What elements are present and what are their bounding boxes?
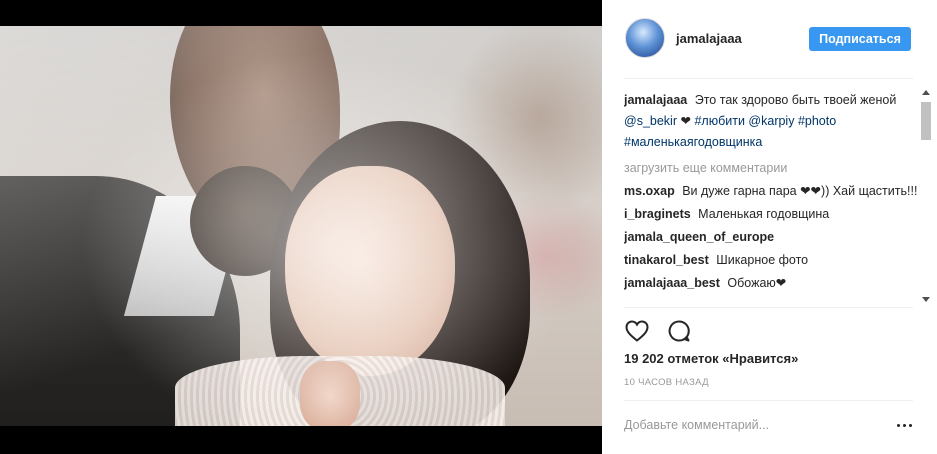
- hashtag-link[interactable]: #photo: [798, 114, 836, 128]
- comment-item: ms.oxap Ви дуже гарна пара ❤❤)) Хай щаст…: [624, 181, 919, 202]
- comment-icon[interactable]: [666, 318, 692, 344]
- comment-username[interactable]: ms.oxap: [624, 184, 675, 198]
- hashtag-link[interactable]: #любити: [694, 114, 744, 128]
- scroll-up-arrow-icon[interactable]: [922, 90, 930, 95]
- post-header: jamalajaaa Подписаться: [602, 0, 937, 78]
- comment-item: jamalajaaa_best Обожаю❤: [624, 273, 919, 294]
- comment-text: Обожаю❤: [727, 276, 787, 290]
- author-username[interactable]: jamalajaaa: [676, 31, 742, 46]
- photo-veil: [0, 26, 602, 426]
- dot: [909, 423, 912, 427]
- caption: jamalajaaa Это так здорово быть твоей же…: [624, 90, 919, 153]
- comment-item: tinakarol_best Шикарное фото: [624, 250, 919, 271]
- caption-username[interactable]: jamalajaaa: [624, 93, 687, 107]
- comment-text: Маленькая годовщина: [698, 207, 830, 221]
- mention-link[interactable]: @s_bekir: [624, 114, 677, 128]
- photo-area: [0, 0, 602, 454]
- heart-emoji: ❤: [680, 114, 691, 128]
- caption-text: Это так здорово быть твоей женой: [694, 93, 897, 107]
- mention-link[interactable]: @karpiy: [748, 114, 794, 128]
- add-comment-input[interactable]: [624, 414, 874, 436]
- post-time[interactable]: 10 часов назад: [624, 377, 709, 388]
- dot: [897, 423, 900, 427]
- comment-username[interactable]: jamala_queen_of_europe: [624, 230, 774, 244]
- more-options-icon[interactable]: [897, 418, 917, 432]
- comment-username[interactable]: tinakarol_best: [624, 253, 709, 267]
- divider: [624, 307, 913, 308]
- post-photo[interactable]: [0, 26, 602, 426]
- comment-text: Ви дуже гарна пара ❤❤)) Хай щастить!!!: [682, 184, 918, 198]
- post-side-panel: jamalajaaa Подписаться jamalajaaa Это та…: [602, 0, 937, 454]
- post-actions: [624, 318, 692, 344]
- avatar[interactable]: [625, 18, 665, 58]
- divider: [624, 78, 913, 79]
- follow-button[interactable]: Подписаться: [809, 27, 911, 51]
- comment-username[interactable]: jamalajaaa_best: [624, 276, 720, 290]
- hashtag-link[interactable]: #маленькаягодовщинка: [624, 135, 762, 149]
- likes-count[interactable]: 19 202 отметок «Нравится»: [624, 351, 798, 366]
- divider: [624, 400, 913, 401]
- scroll-thumb[interactable]: [921, 102, 931, 140]
- comments-scrollbar[interactable]: [920, 90, 932, 305]
- comment-text: Шикарное фото: [716, 253, 809, 267]
- comment-username[interactable]: i_braginets: [624, 207, 691, 221]
- comment-item: i_braginets Маленькая годовщина: [624, 204, 919, 225]
- heart-icon[interactable]: [624, 318, 650, 344]
- scroll-down-arrow-icon[interactable]: [922, 297, 930, 302]
- comments-list: jamalajaaa Это так здорово быть твоей же…: [624, 90, 919, 305]
- load-more-comments-link[interactable]: загрузить еще комментарии: [624, 158, 919, 179]
- dot: [903, 423, 906, 427]
- comment-item: jamala_queen_of_europe: [624, 227, 919, 248]
